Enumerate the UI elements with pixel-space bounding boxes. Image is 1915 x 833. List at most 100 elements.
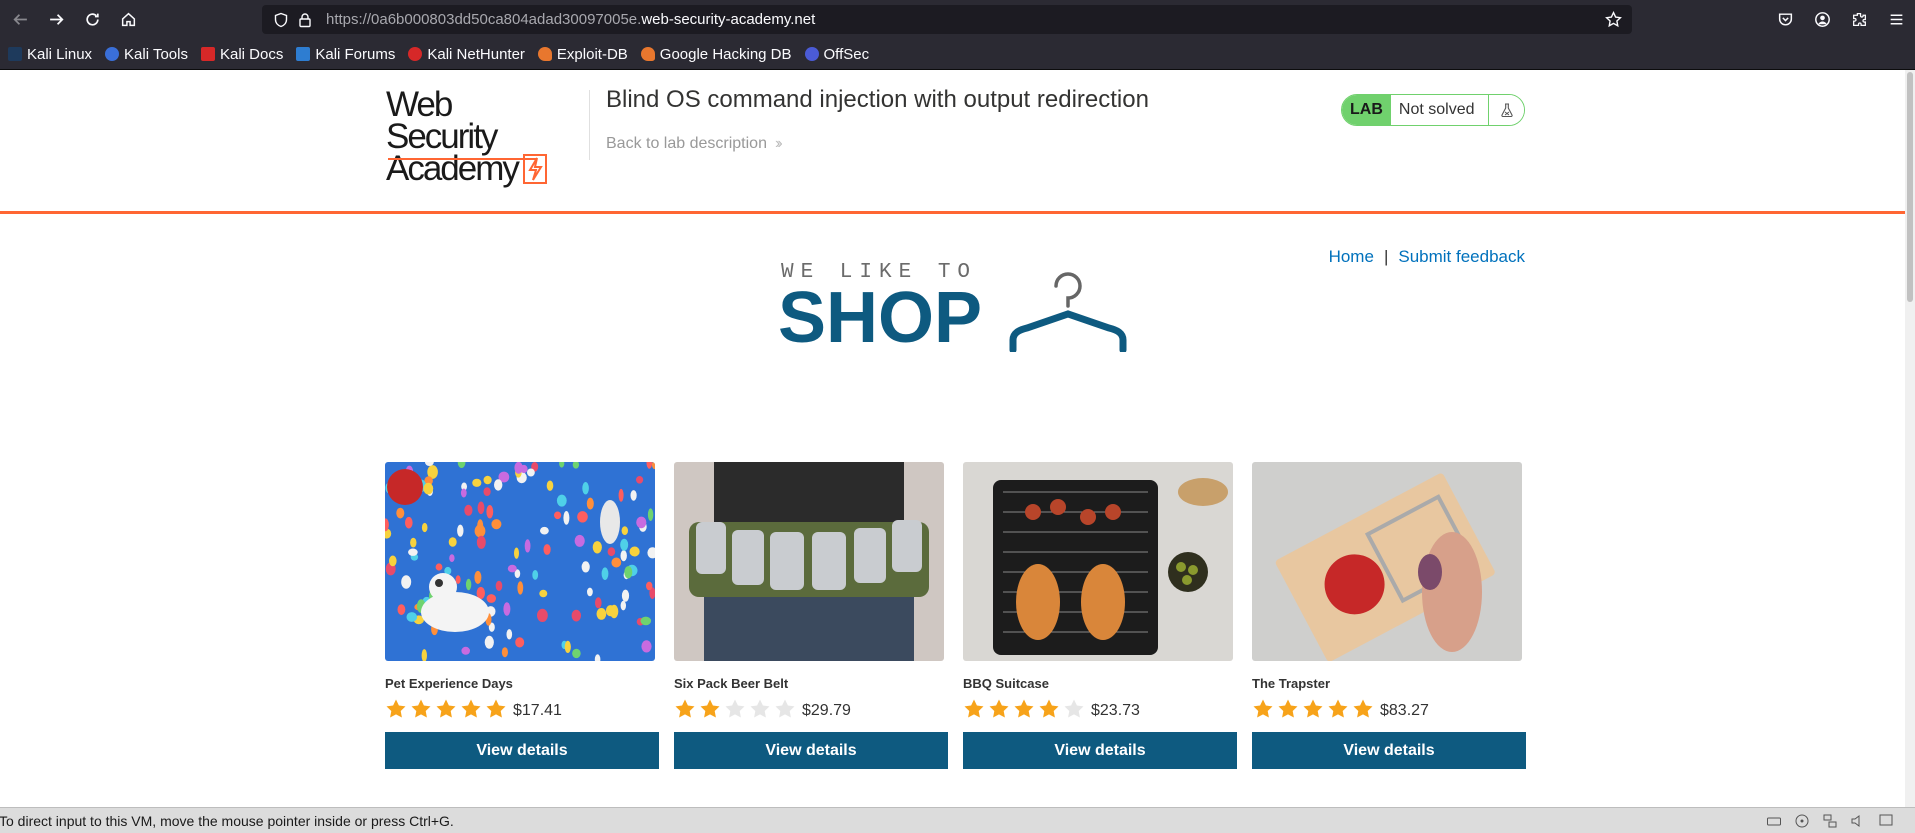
- bookmark-label: OffSec: [823, 45, 870, 63]
- star-filled-icon: [1303, 699, 1323, 718]
- star-filled-icon: [700, 699, 720, 718]
- product-image-pet-experience-days[interactable]: [385, 462, 655, 661]
- lock-icon[interactable]: [296, 11, 314, 29]
- extensions-icon[interactable]: [1841, 2, 1878, 38]
- kali-forums-icon: [296, 47, 311, 61]
- url-text[interactable]: https://0a6b000803dd50ca804adad30097005e…: [326, 11, 815, 28]
- bookmark-kali-docs[interactable]: Kali Docs: [200, 45, 284, 63]
- url-prefix: https://0a6b000803dd50ca804adad30097005e…: [326, 11, 642, 28]
- lab-status-widget: LAB Not solved: [1341, 94, 1526, 126]
- star-filled-icon: [411, 699, 431, 718]
- audio-icon[interactable]: [1849, 812, 1867, 830]
- product-price: $17.41: [513, 702, 562, 719]
- product-image-six-pack-beer-belt[interactable]: [674, 462, 944, 661]
- web-security-academy-logo[interactable]: Web Security Academy: [386, 87, 566, 186]
- bookmark-kali-linux[interactable]: Kali Linux: [8, 46, 92, 63]
- bookmark-label: Kali Linux: [27, 45, 93, 63]
- star-filled-icon: [461, 699, 481, 718]
- bookmark-label: Kali NetHunter: [427, 45, 525, 63]
- reload-icon[interactable]: [74, 2, 110, 38]
- vm-tray: [1755, 812, 1895, 830]
- browser-toolbar: https://0a6b000803dd50ca804adad30097005e…: [0, 0, 1915, 39]
- double-chevron-right-icon: ››: [774, 135, 782, 152]
- product-rating: $83.27: [1252, 696, 1526, 722]
- home-icon[interactable]: [110, 2, 146, 38]
- kali-docs-icon: [200, 47, 215, 61]
- bookmark-label: Google Hacking DB: [659, 45, 792, 63]
- product-price: $23.73: [1091, 702, 1140, 719]
- view-details-button[interactable]: View details: [963, 732, 1237, 769]
- menu-hamburger-icon[interactable]: [1878, 2, 1915, 38]
- back-link-label: Back to lab description: [606, 135, 767, 152]
- lab-badge: LAB: [1342, 95, 1391, 125]
- star-filled-icon: [1014, 699, 1034, 718]
- view-details-button[interactable]: View details: [1252, 732, 1526, 769]
- ghdb-icon: [640, 47, 655, 61]
- kali-tools-icon: [105, 47, 120, 61]
- vm-status-message: To direct input to this VM, move the mou…: [0, 812, 454, 829]
- bookmark-label: Kali Docs: [219, 45, 284, 63]
- bookmark-exploit-db[interactable]: Exploit-DB: [537, 46, 628, 63]
- product-image-bbq-suitcase[interactable]: [963, 462, 1233, 661]
- star-empty-icon: [775, 699, 795, 718]
- academy-header: Web Security Academy Blind OS command in…: [0, 70, 1905, 214]
- product-grid: Pet Experience Days $17.41 View details: [385, 462, 1541, 769]
- flask-icon: [1488, 95, 1525, 125]
- optical-drive-icon[interactable]: [1793, 812, 1811, 830]
- offsec-icon: [804, 47, 819, 61]
- bookmark-google-hacking-db[interactable]: Google Hacking DB: [640, 45, 792, 63]
- bookmarks-bar: Kali Linux Kali Tools Kali Docs Kali For…: [0, 39, 1915, 70]
- kali-nethunter-icon: [408, 47, 423, 61]
- product-name: Six Pack Beer Belt: [674, 676, 789, 691]
- scrollbar-thumb[interactable]: [1907, 72, 1913, 302]
- nav-separator: |: [1383, 247, 1389, 266]
- home-link[interactable]: Home: [1329, 247, 1374, 267]
- view-details-button[interactable]: View details: [674, 732, 948, 769]
- bookmark-label: Kali Forums: [315, 45, 396, 63]
- account-icon[interactable]: [1804, 2, 1841, 38]
- bookmark-offsec[interactable]: OffSec: [804, 45, 870, 63]
- product-rating: $29.79: [674, 696, 948, 722]
- star-filled-icon: [1328, 699, 1348, 718]
- pocket-icon[interactable]: [1767, 2, 1804, 38]
- vm-status-bar: To direct input to this VM, move the mou…: [0, 807, 1915, 833]
- product-rating: $23.73: [963, 696, 1237, 722]
- star-rating: [1252, 698, 1377, 720]
- product-name: BBQ Suitcase: [963, 676, 1049, 691]
- url-bar[interactable]: https://0a6b000803dd50ca804adad30097005e…: [262, 5, 1632, 34]
- page-scrollbar[interactable]: [1905, 70, 1915, 807]
- product-card: BBQ Suitcase $23.73 View details: [963, 462, 1237, 769]
- back-to-lab-description-link[interactable]: Back to lab description ››: [606, 135, 782, 153]
- star-empty-icon: [1064, 699, 1084, 718]
- submit-feedback-link[interactable]: Submit feedback: [1398, 247, 1525, 267]
- product-price: $29.79: [802, 702, 851, 719]
- kali-dragon-icon: [8, 47, 22, 61]
- coat-hanger-icon: [1009, 272, 1127, 352]
- product-name: The Trapster: [1252, 676, 1331, 691]
- product-image-the-trapster[interactable]: [1252, 462, 1522, 661]
- lab-title: Blind OS command injection with output r…: [606, 86, 1149, 113]
- view-details-button[interactable]: View details: [385, 732, 659, 769]
- forward-arrow-icon[interactable]: [38, 2, 74, 38]
- star-empty-icon: [750, 699, 770, 718]
- star-filled-icon: [386, 699, 406, 718]
- back-arrow-icon[interactable]: [2, 2, 38, 38]
- star-empty-icon: [725, 699, 745, 718]
- network-icon[interactable]: [1821, 812, 1839, 830]
- star-rating: [385, 698, 510, 720]
- product-name: Pet Experience Days: [385, 676, 513, 691]
- shield-icon[interactable]: [272, 11, 290, 29]
- bookmark-kali-tools[interactable]: Kali Tools: [105, 46, 188, 63]
- star-filled-icon: [486, 699, 506, 718]
- top-nav-links: Home | Submit feedback: [1329, 247, 1525, 267]
- hard-disk-icon[interactable]: [1765, 812, 1783, 830]
- star-filled-icon: [436, 699, 456, 718]
- bookmark-kali-nethunter[interactable]: Kali NetHunter: [408, 46, 525, 63]
- star-filled-icon: [1039, 699, 1059, 718]
- bookmark-kali-forums[interactable]: Kali Forums: [296, 46, 395, 63]
- display-icon[interactable]: [1877, 812, 1895, 830]
- star-bookmark-icon[interactable]: [1605, 10, 1622, 28]
- star-filled-icon: [1253, 699, 1273, 718]
- product-price: $83.27: [1380, 702, 1429, 719]
- star-filled-icon: [1278, 699, 1298, 718]
